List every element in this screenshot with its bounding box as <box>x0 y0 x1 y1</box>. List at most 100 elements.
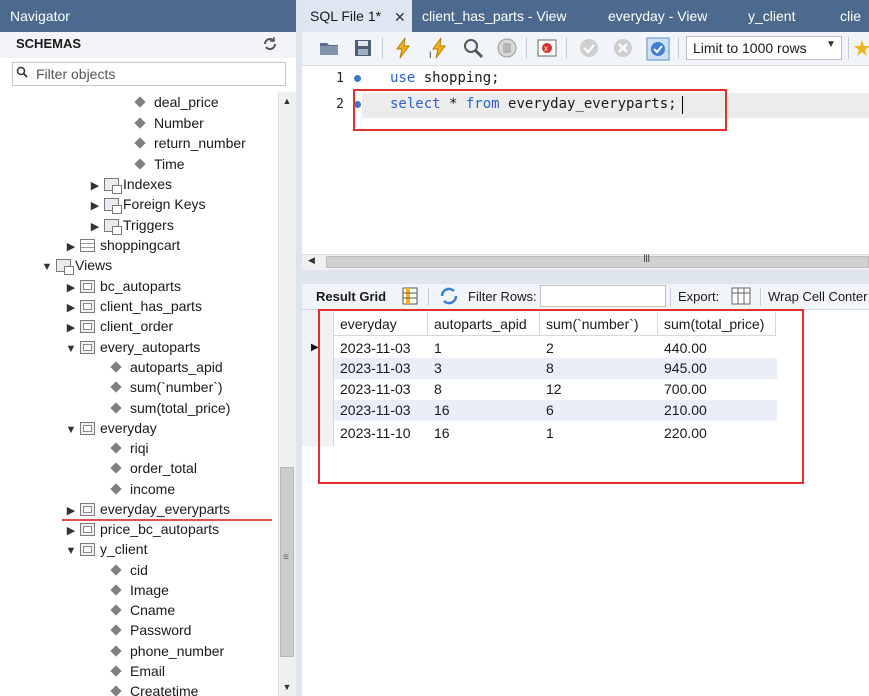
expand-arrow-icon[interactable]: ▶ <box>64 318 78 338</box>
tree-node-column[interactable]: income <box>108 479 175 499</box>
export-icon[interactable] <box>730 286 752 308</box>
scroll-down-icon[interactable]: ▼ <box>279 682 295 696</box>
tree-node-column[interactable]: Image <box>108 580 169 600</box>
tree-node-column[interactable]: cid <box>108 560 148 580</box>
scroll-up-icon[interactable]: ▲ <box>279 96 295 110</box>
tree-node-label: client_has_parts <box>100 298 202 314</box>
result-grid-tab[interactable]: Result Grid <box>316 289 386 304</box>
tree-node-view[interactable]: ▶ client_order <box>64 316 173 336</box>
execute-current-icon[interactable]: I <box>428 37 450 60</box>
refresh-icon[interactable] <box>262 36 280 54</box>
tree-node-column[interactable]: Number <box>132 113 204 133</box>
filter-rows-input[interactable] <box>540 285 666 307</box>
tree-node-column[interactable]: sum(total_price) <box>108 398 230 418</box>
tree-node-view[interactable]: ▶ client_has_parts <box>64 296 202 316</box>
statement-marker-icon <box>354 75 361 82</box>
open-folder-icon[interactable] <box>318 37 340 59</box>
save-icon[interactable] <box>352 37 374 59</box>
tab-client-truncated[interactable]: clie <box>840 0 861 32</box>
red-underline-annotation <box>62 519 272 521</box>
tree-node-column[interactable]: deal_price <box>132 92 219 112</box>
panel-divider[interactable] <box>302 270 869 284</box>
tree-node-column[interactable]: autoparts_apid <box>108 357 223 377</box>
collapse-arrow-icon[interactable]: ▼ <box>40 257 54 277</box>
filter-rows-label: Filter Rows: <box>468 289 537 304</box>
stop-hand-icon[interactable] <box>496 37 518 59</box>
tree-node-label: Foreign Keys <box>123 196 206 212</box>
refresh-rows-icon[interactable] <box>438 286 460 308</box>
tree-node-view[interactable]: ▶ everyday_everyparts <box>64 499 230 519</box>
tree-node-column[interactable]: riqi <box>108 438 149 458</box>
column-icon <box>110 645 122 657</box>
commit-check-icon[interactable] <box>578 37 600 59</box>
view-icon <box>80 279 95 293</box>
tree-node-label: cid <box>130 562 148 578</box>
scrollbar-grip-icon: III <box>643 253 650 265</box>
tree-node-foreign-keys[interactable]: ▶ Foreign Keys <box>88 194 205 214</box>
tree-node-column[interactable]: Createtime <box>108 681 198 696</box>
scroll-left-icon[interactable]: ◀ <box>308 255 315 266</box>
column-icon <box>110 483 122 495</box>
tree-node-column[interactable]: Time <box>132 154 185 174</box>
execute-lightning-icon[interactable] <box>392 37 414 59</box>
tree-node-indexes[interactable]: ▶ Indexes <box>88 174 172 194</box>
tree-node-triggers[interactable]: ▶ Triggers <box>88 215 174 235</box>
expand-arrow-icon[interactable]: ▶ <box>64 237 78 257</box>
expand-arrow-icon[interactable]: ▶ <box>88 196 102 216</box>
schema-tree: deal_price Number return_number Time ▶ In… <box>0 92 278 696</box>
filter-objects-input[interactable] <box>36 63 282 85</box>
horizontal-scroll-thumb[interactable] <box>326 256 869 268</box>
tree-node-label: income <box>130 481 176 497</box>
tree-node-table[interactable]: ▶ shoppingcart <box>64 235 180 255</box>
view-icon <box>80 522 95 536</box>
tab-client-has-parts-view[interactable]: client_has_parts - View <box>422 0 566 32</box>
autocommit-toggle-icon[interactable] <box>646 37 670 61</box>
tree-node-label: deal_price <box>154 94 219 110</box>
tree-node-column[interactable]: Cname <box>108 600 175 620</box>
tree-node-column[interactable]: phone_number <box>108 641 224 661</box>
collapse-arrow-icon[interactable]: ▼ <box>64 339 78 359</box>
expand-arrow-icon[interactable]: ▶ <box>64 521 78 541</box>
tree-node-label: everyday <box>100 420 157 436</box>
expand-arrow-icon[interactable]: ▶ <box>88 217 102 237</box>
code-line-1[interactable]: use shopping; <box>390 70 500 86</box>
chevron-down-icon[interactable]: ▼ <box>826 39 836 50</box>
column-icon <box>110 564 122 576</box>
grid-view-icon[interactable] <box>400 286 422 308</box>
tree-node-label: Createtime <box>130 683 199 696</box>
tree-node-view[interactable]: ▶ price_bc_autoparts <box>64 519 219 539</box>
limit-rows-select[interactable]: Limit to 1000 rows <box>686 36 842 60</box>
explain-magnifier-icon[interactable] <box>462 37 484 59</box>
collapse-arrow-icon[interactable]: ▼ <box>64 541 78 561</box>
tree-node-column[interactable]: Email <box>108 661 165 681</box>
toolbar-separator <box>428 288 429 306</box>
expand-arrow-icon[interactable]: ▶ <box>64 298 78 318</box>
expand-arrow-icon[interactable]: ▶ <box>64 278 78 298</box>
tree-node-view[interactable]: ▼ everyday <box>64 418 157 438</box>
column-icon <box>110 402 122 414</box>
tree-node-view[interactable]: ▼ y_client <box>64 539 148 561</box>
collapse-arrow-icon[interactable]: ▼ <box>64 420 78 440</box>
tree-node-view[interactable]: ▼ every_autoparts <box>64 337 201 359</box>
tree-node-label: Triggers <box>123 217 174 233</box>
tree-node-column[interactable]: Password <box>108 620 191 640</box>
tab-everyday-view[interactable]: everyday - View <box>608 0 707 32</box>
wrap-cell-content-toggle[interactable]: Wrap Cell Conter <box>768 289 867 304</box>
expand-arrow-icon[interactable]: ▶ <box>88 176 102 196</box>
tree-node-label: shoppingcart <box>100 237 181 253</box>
beautify-star-icon[interactable] <box>854 37 869 59</box>
tab-y-client[interactable]: y_client <box>748 0 795 32</box>
tree-node-column[interactable]: return_number <box>132 133 246 153</box>
close-icon[interactable]: ✕ <box>394 0 408 32</box>
column-icon <box>110 604 122 616</box>
toggle-error-icon[interactable]: x <box>536 37 558 59</box>
tree-node-column[interactable]: order_total <box>108 458 197 478</box>
tree-node-view[interactable]: ▶ bc_autoparts <box>64 276 181 296</box>
expand-arrow-icon[interactable]: ▶ <box>64 501 78 521</box>
tree-node-column[interactable]: sum(`number`) <box>108 377 223 397</box>
column-icon <box>110 685 122 696</box>
tree-node-views[interactable]: ▼ Views <box>40 255 112 275</box>
rollback-x-icon[interactable] <box>612 37 634 59</box>
tree-node-label: order_total <box>130 460 197 476</box>
view-icon <box>80 299 95 313</box>
